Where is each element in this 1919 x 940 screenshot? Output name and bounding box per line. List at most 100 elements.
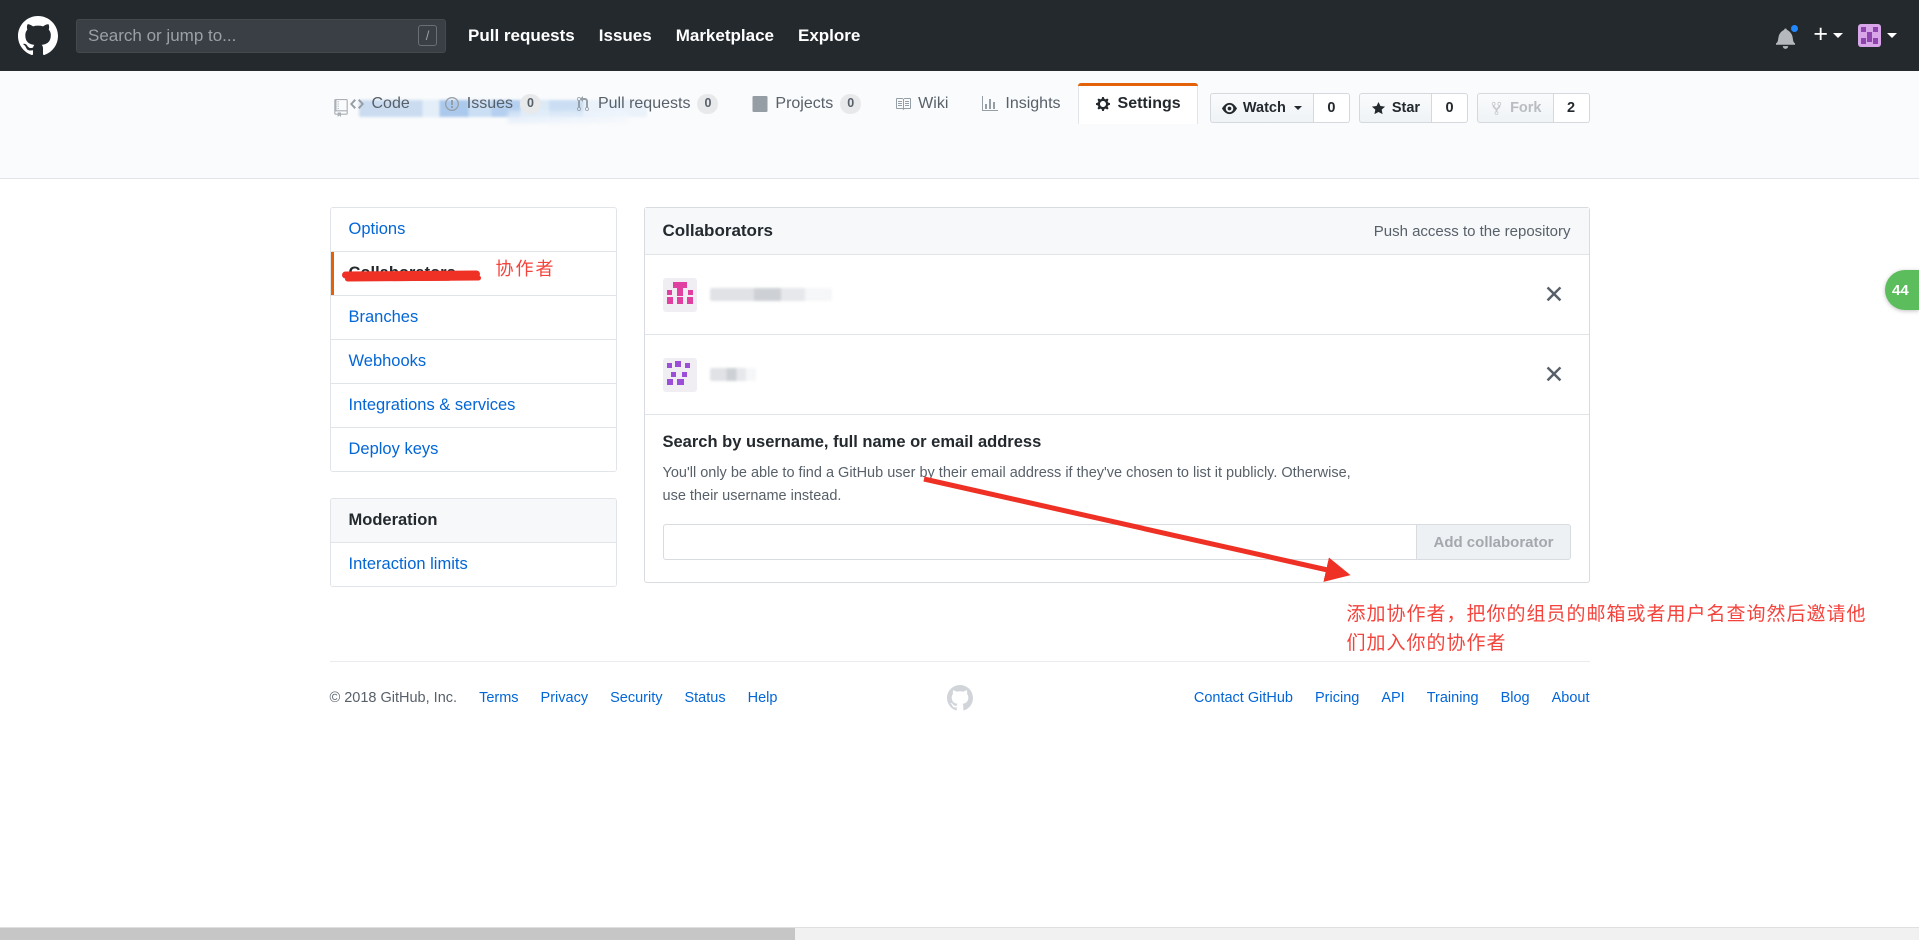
sidebar-item-deploy-keys[interactable]: Deploy keys: [330, 428, 616, 471]
page-root: Search or jump to... / Pull requests Iss…: [0, 0, 1919, 940]
remove-collaborator-button[interactable]: ✕: [1538, 362, 1571, 387]
collaborators-main: Collaborators Push access to the reposit…: [643, 207, 1590, 587]
star-button-group: Star 0: [1358, 93, 1469, 123]
create-new-button[interactable]: +: [1813, 21, 1843, 47]
footer-link-contact-github[interactable]: Contact GitHub: [1194, 690, 1293, 706]
issue-opened-icon: [444, 97, 459, 111]
scrollbar-thumb[interactable]: [0, 928, 795, 940]
notifications-button[interactable]: [1776, 22, 1801, 49]
avatar: [662, 357, 697, 392]
global-nav: Pull requests Issues Marketplace Explore: [468, 26, 860, 46]
tab-issues-label: Issues: [466, 95, 513, 112]
footer-link-help[interactable]: Help: [748, 690, 778, 706]
watch-button-group: Watch 0: [1209, 93, 1350, 123]
sidebar-item-integrations[interactable]: Integrations & services: [330, 384, 616, 428]
tab-settings-label: Settings: [1117, 95, 1181, 112]
search-input[interactable]: Search or jump to... /: [76, 18, 446, 53]
collaborator-username-redacted: [709, 368, 756, 381]
gear-icon: [1095, 97, 1110, 111]
watch-button[interactable]: Watch: [1209, 93, 1313, 123]
remove-collaborator-button[interactable]: ✕: [1538, 282, 1571, 307]
graph-icon: [982, 96, 999, 111]
user-menu-button[interactable]: [1858, 24, 1897, 47]
tab-pull-requests-count: 0: [697, 94, 719, 114]
sidebar-item-interaction-limits[interactable]: Interaction limits: [330, 543, 616, 586]
tab-code-label: Code: [371, 95, 410, 112]
nav-explore[interactable]: Explore: [798, 26, 860, 46]
tab-issues[interactable]: Issues 0: [427, 83, 558, 124]
footer-link-training[interactable]: Training: [1427, 690, 1479, 706]
collaborators-panel-header: Collaborators Push access to the reposit…: [644, 208, 1589, 255]
star-button[interactable]: Star: [1358, 93, 1432, 123]
star-button-label: Star: [1391, 100, 1421, 116]
footer-github-mark-icon: [946, 685, 973, 711]
tab-insights[interactable]: Insights: [965, 83, 1077, 124]
tab-pull-requests[interactable]: Pull requests 0: [558, 83, 735, 124]
search-slash-hint: /: [418, 25, 437, 46]
global-header: Search or jump to... / Pull requests Iss…: [0, 0, 1919, 71]
collaborator-search-input[interactable]: [662, 524, 1417, 561]
page-title: Collaborators: [662, 221, 774, 240]
sidebar-item-branches[interactable]: Branches: [330, 296, 616, 340]
nav-issues[interactable]: Issues: [599, 26, 652, 46]
footer-link-api[interactable]: API: [1381, 690, 1404, 706]
github-mark-icon[interactable]: [18, 15, 58, 56]
tab-settings[interactable]: Settings: [1077, 83, 1198, 124]
tab-projects-count: 0: [840, 94, 862, 114]
collaborators-panel: Collaborators Push access to the reposit…: [643, 207, 1590, 584]
collaborator-username-redacted: [709, 288, 832, 301]
add-collaborator-section: Search by username, full name or email a…: [645, 415, 1589, 582]
watch-button-label: Watch: [1242, 100, 1286, 116]
add-collaborator-title: Search by username, full name or email a…: [662, 433, 1042, 451]
footer-link-status[interactable]: Status: [684, 690, 725, 706]
notification-unread-dot: [1789, 22, 1801, 34]
settings-sidebar: Options Collaborators Branches Webhooks …: [329, 207, 617, 587]
collaborator-identity: [662, 277, 832, 312]
watch-count[interactable]: 0: [1312, 93, 1350, 123]
add-collaborator-row: Add collaborator: [662, 524, 1571, 561]
footer-copyright: © 2018 GitHub, Inc.: [329, 690, 458, 706]
footer-link-security[interactable]: Security: [610, 690, 662, 706]
chevron-down-icon: [1833, 33, 1843, 38]
chevron-down-icon: [1293, 106, 1302, 110]
fork-button[interactable]: Fork: [1477, 93, 1553, 123]
add-collaborator-description: You'll only be able to find a GitHub use…: [662, 465, 1351, 505]
collaborator-row: ✕: [644, 255, 1589, 335]
horizontal-scrollbar[interactable]: [0, 927, 1919, 940]
tab-code[interactable]: Code: [332, 83, 427, 124]
search-placeholder: Search or jump to...: [88, 25, 237, 45]
star-count[interactable]: 0: [1431, 93, 1469, 123]
annotation-underline-collaborators: [341, 270, 480, 279]
collaborator-row: ✕: [644, 335, 1589, 415]
project-icon: [752, 96, 768, 112]
repository-header: Watch 0 Star 0 Fork 2 Code Issues 0 Pull…: [0, 71, 1919, 179]
footer-link-about[interactable]: About: [1552, 690, 1590, 706]
moderation-menu-card: Moderation Interaction limits: [329, 498, 617, 587]
footer-link-terms[interactable]: Terms: [479, 690, 518, 706]
tab-issues-count: 0: [520, 94, 541, 114]
fork-count[interactable]: 2: [1552, 93, 1590, 123]
floating-edge-widget[interactable]: 44: [1885, 270, 1919, 310]
tab-wiki[interactable]: Wiki: [878, 83, 965, 124]
nav-marketplace[interactable]: Marketplace: [676, 26, 774, 46]
tab-pull-requests-label: Pull requests: [597, 95, 691, 112]
repo-tabs: Code Issues 0 Pull requests 0 Projects 0: [332, 83, 1198, 124]
add-collaborator-button[interactable]: Add collaborator: [1416, 524, 1571, 561]
tab-insights-label: Insights: [1005, 95, 1061, 112]
footer-link-pricing[interactable]: Pricing: [1315, 690, 1359, 706]
sidebar-item-webhooks[interactable]: Webhooks: [330, 340, 616, 384]
footer-left-links: © 2018 GitHub, Inc. Terms Privacy Securi…: [330, 690, 800, 706]
tab-wiki-label: Wiki: [918, 95, 949, 112]
header-right-actions: +: [1776, 0, 1897, 71]
footer-link-privacy[interactable]: Privacy: [541, 690, 589, 706]
nav-pull-requests[interactable]: Pull requests: [468, 26, 575, 46]
footer-link-blog[interactable]: Blog: [1501, 690, 1530, 706]
sidebar-item-options[interactable]: Options: [330, 208, 616, 252]
avatar: [662, 277, 697, 312]
repo-action-buttons: Watch 0 Star 0 Fork 2: [1209, 93, 1590, 123]
footer-right-links: Contact GitHub Pricing API Training Blog…: [1194, 690, 1590, 706]
tab-projects[interactable]: Projects 0: [735, 83, 878, 124]
code-icon: [349, 99, 364, 109]
fork-icon: [1491, 101, 1502, 115]
fork-button-label: Fork: [1510, 100, 1542, 116]
